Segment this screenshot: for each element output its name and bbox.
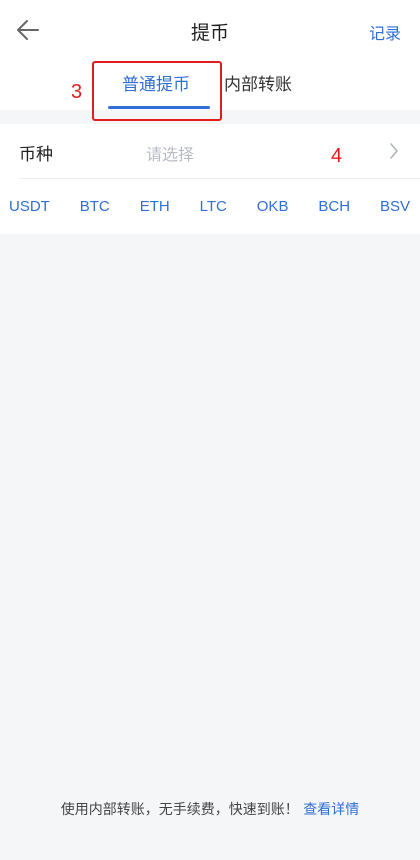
coin-bch[interactable]: BCH [318, 198, 350, 215]
annotation-number-4: 4 [331, 145, 343, 167]
coin-select-row[interactable]: 币种 请选择 [0, 124, 420, 179]
chevron-right-icon [390, 143, 398, 159]
annotation-box [92, 61, 222, 121]
annotation-number-3: 3 [71, 81, 83, 103]
coin-okb[interactable]: OKB [257, 198, 289, 215]
footer-hint: 使用内部转账，无手续费，快速到账！ 查看详情 [0, 799, 420, 819]
coin-usdt[interactable]: USDT [9, 198, 50, 215]
coin-eth[interactable]: ETH [140, 198, 170, 215]
view-details-link[interactable]: 查看详情 [303, 802, 359, 818]
coin-quick-list: USDT BTC ETH LTC OKB BCH BSV [0, 179, 420, 234]
coin-ltc[interactable]: LTC [200, 198, 227, 215]
page-title: 提币 [190, 22, 229, 44]
coin-btc[interactable]: BTC [80, 198, 110, 215]
withdraw-form: 币种 请选择 USDT BTC ETH LTC OKB BCH BSV [0, 124, 420, 234]
coin-bsv[interactable]: BSV [380, 198, 410, 215]
coin-select-placeholder: 请选择 [146, 145, 195, 164]
header: 提币 记录 [0, 0, 420, 62]
coin-label: 币种 [19, 145, 53, 165]
record-button[interactable]: 记录 [369, 20, 401, 44]
tab-internal-transfer[interactable]: 内部转账 [224, 70, 292, 95]
footer-text: 使用内部转账，无手续费，快速到账！ [60, 802, 299, 818]
